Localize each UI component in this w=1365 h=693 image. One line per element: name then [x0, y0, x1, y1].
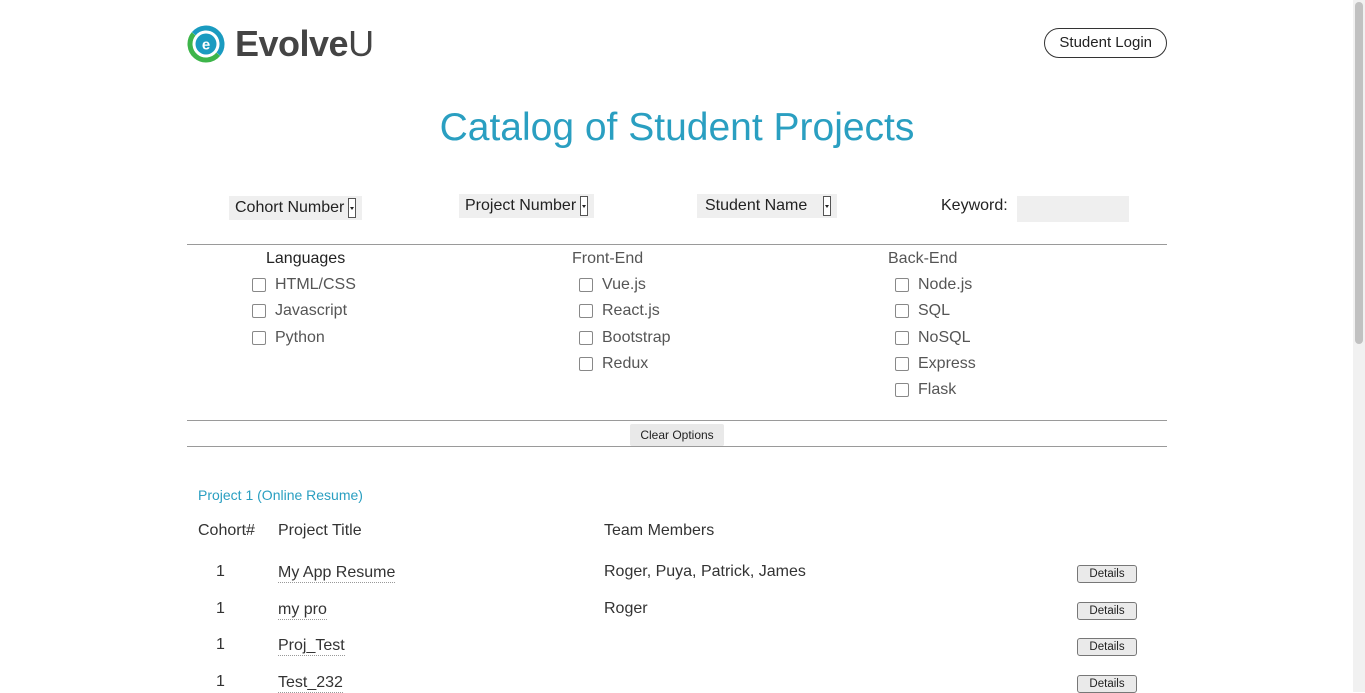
checkbox-label: Vue.js [602, 276, 646, 293]
team-members-cell: Roger [604, 600, 648, 617]
cohort-cell: 1 [216, 600, 225, 617]
checkbox-redux[interactable]: Redux [579, 355, 648, 373]
checkbox-label: React.js [602, 302, 660, 319]
chevron-down-icon [348, 198, 357, 218]
details-button[interactable]: Details [1077, 565, 1137, 583]
chevron-down-icon [823, 196, 832, 216]
page-container: e EvolveU Student Login Catalog of Stude… [187, 0, 1167, 693]
checkbox-box[interactable] [252, 331, 266, 345]
keyword-input[interactable] [1017, 196, 1129, 222]
checkbox-python[interactable]: Python [252, 329, 325, 347]
checkbox-label: Express [918, 355, 976, 372]
languages-heading: Languages [266, 250, 346, 267]
vertical-scrollbar[interactable] [1353, 0, 1365, 692]
scrollbar-thumb[interactable] [1355, 2, 1363, 344]
project-title-link[interactable]: My App Resume [278, 563, 396, 583]
logo-wordmark: EvolveU [235, 23, 374, 65]
checkbox-label: HTML/CSS [275, 276, 356, 293]
checkbox-box[interactable] [895, 331, 909, 345]
project-title-link[interactable]: Proj_Test [278, 636, 345, 656]
checkbox-express[interactable]: Express [895, 355, 976, 373]
cohort-cell: 1 [216, 673, 225, 690]
column-header-cohort: Cohort# [198, 522, 255, 539]
cohort-cell: 1 [216, 636, 225, 653]
checkbox-bootstrap[interactable]: Bootstrap [579, 329, 670, 347]
keyword-label: Keyword: [941, 197, 1008, 214]
divider [187, 420, 1167, 421]
checkbox-label: Python [275, 329, 325, 346]
project-number-select[interactable]: Project Number [459, 194, 595, 218]
project-number-select-value: Project Number [465, 197, 577, 214]
student-login-button[interactable]: Student Login [1044, 28, 1167, 58]
checkbox-box[interactable] [579, 278, 593, 292]
checkbox-box[interactable] [579, 304, 593, 318]
checkbox-box[interactable] [579, 357, 593, 371]
checkbox-nodejs[interactable]: Node.js [895, 276, 972, 294]
checkbox-html-css[interactable]: HTML/CSS [252, 276, 356, 294]
column-header-project-title: Project Title [278, 522, 362, 539]
checkbox-box[interactable] [252, 278, 266, 292]
project-title-link[interactable]: Test_232 [278, 673, 343, 693]
checkbox-flask[interactable]: Flask [895, 381, 956, 399]
back-end-heading: Back-End [888, 250, 958, 267]
checkbox-nosql[interactable]: NoSQL [895, 329, 970, 347]
chevron-down-icon [580, 196, 589, 216]
front-end-heading: Front-End [572, 250, 644, 267]
logo-wordmark-light: U [348, 23, 374, 64]
checkbox-javascript[interactable]: Javascript [252, 302, 347, 320]
checkbox-box[interactable] [895, 278, 909, 292]
checkbox-label: Node.js [918, 276, 973, 293]
checkbox-label: SQL [918, 302, 951, 319]
divider [187, 244, 1167, 245]
student-name-select-value: Student Name [705, 197, 808, 214]
checkbox-box[interactable] [895, 357, 909, 371]
project-title-link[interactable]: my pro [278, 600, 327, 620]
evolveu-logo-icon: e [187, 25, 225, 63]
team-members-cell: Roger, Puya, Patrick, James [604, 563, 806, 580]
details-button[interactable]: Details [1077, 638, 1137, 656]
checkbox-label: Bootstrap [602, 329, 671, 346]
details-button[interactable]: Details [1077, 602, 1137, 620]
checkbox-label: Javascript [275, 302, 348, 319]
column-header-team-members: Team Members [604, 522, 715, 539]
checkbox-box[interactable] [252, 304, 266, 318]
checkbox-reactjs[interactable]: React.js [579, 302, 660, 320]
checkbox-box[interactable] [579, 331, 593, 345]
checkbox-label: NoSQL [918, 329, 971, 346]
cohort-cell: 1 [216, 563, 225, 580]
project-section-title: Project 1 (Online Resume) [198, 487, 363, 503]
details-button[interactable]: Details [1077, 675, 1137, 693]
logo-wordmark-bold: Evolve [235, 23, 349, 64]
divider [187, 446, 1167, 447]
checkbox-box[interactable] [895, 383, 909, 397]
checkbox-box[interactable] [895, 304, 909, 318]
evolveu-logo[interactable]: e EvolveU [187, 23, 374, 65]
checkbox-label: Flask [918, 381, 957, 398]
clear-options-button[interactable]: Clear Options [630, 424, 724, 446]
svg-text:e: e [202, 37, 210, 54]
cohort-number-select-value: Cohort Number [235, 199, 345, 216]
student-name-select[interactable]: Student Name [697, 194, 838, 218]
page-title: Catalog of Student Projects [439, 106, 915, 149]
cohort-number-select[interactable]: Cohort Number [229, 196, 363, 220]
checkbox-vuejs[interactable]: Vue.js [579, 276, 646, 294]
checkbox-sql[interactable]: SQL [895, 302, 950, 320]
checkbox-label: Redux [602, 355, 649, 372]
